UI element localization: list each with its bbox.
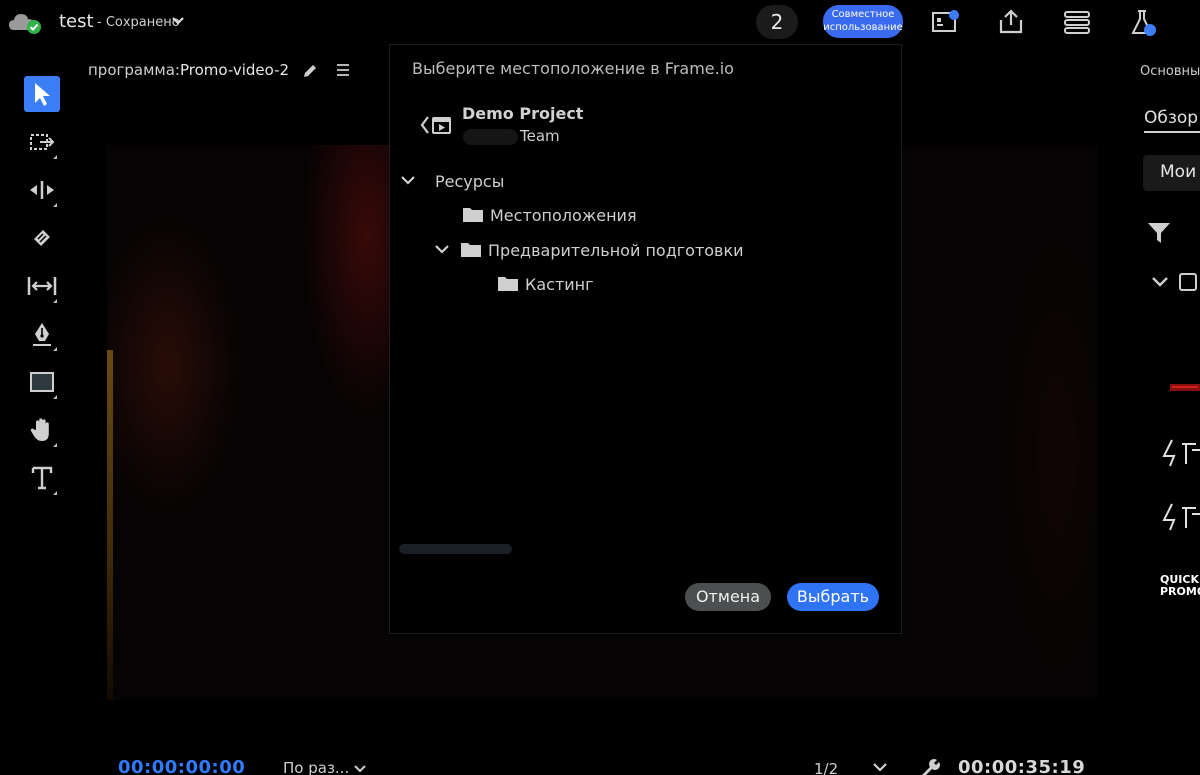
type-icon — [31, 466, 53, 490]
slip-tool-button[interactable] — [24, 268, 60, 304]
chevron-down-icon[interactable] — [1151, 275, 1169, 289]
share-button-line1: Совместное — [831, 9, 895, 20]
tab-browse[interactable]: Обзор — [1144, 108, 1198, 128]
tree-item-label: Предварительной подготовки — [488, 240, 744, 260]
folder-icon — [461, 243, 481, 257]
redacted-team-prefix — [463, 129, 518, 145]
track-select-tool-button[interactable] — [24, 124, 60, 160]
pencil-icon[interactable] — [301, 62, 319, 80]
horizontal-scrollbar[interactable] — [399, 544, 512, 554]
export-icon[interactable] — [997, 8, 1025, 36]
razor-tool-button[interactable] — [24, 220, 60, 256]
filter-icon[interactable] — [1146, 220, 1172, 246]
select-button[interactable]: Выбрать — [787, 583, 879, 611]
tree-item-label: Местоположения — [490, 205, 637, 225]
template-thumbnail-art — [1160, 731, 1200, 732]
frameio-location-dialog: Выберите местоположение в Frame.io Demo … — [389, 44, 902, 634]
ripple-edit-icon — [30, 181, 54, 199]
tool-flyout-indicator — [53, 155, 57, 159]
template-thumbnail-line2: PROMO — [1160, 585, 1200, 598]
template-thumbnail[interactable] — [1160, 648, 1200, 656]
razor-icon — [34, 230, 50, 246]
share-button-line2: использование — [823, 22, 903, 33]
dialog-title: Выберите местоположение в Frame.io — [412, 59, 734, 78]
pen-tool-button[interactable] — [24, 316, 60, 352]
program-monitor-label[interactable]: программа:Promo-video-2 — [88, 61, 289, 79]
cancel-button[interactable]: Отмена — [685, 583, 771, 611]
project-title[interactable]: test — [59, 11, 94, 32]
hand-icon — [30, 418, 49, 441]
template-thumbnail-art — [1160, 655, 1200, 656]
share-button[interactable]: Совместное использование — [823, 5, 903, 38]
tree-item-casting[interactable]: Кастинг — [497, 272, 594, 296]
chevron-down-icon[interactable] — [171, 14, 185, 28]
fit-dropdown[interactable]: По раз... — [283, 759, 366, 775]
tool-flyout-indicator — [53, 347, 57, 351]
rectangle-icon — [30, 372, 54, 392]
chevron-down-icon[interactable] — [872, 762, 888, 774]
tool-flyout-indicator — [53, 491, 57, 495]
video-frame-edge — [107, 350, 113, 700]
sequence-name: Promo-video-2 — [179, 61, 290, 79]
tree-item-label: Ресурсы — [435, 171, 505, 191]
project-name: Demo Project — [462, 104, 584, 123]
tree-item-locations[interactable]: Местоположения — [462, 203, 637, 227]
template-thumbnail-art — [1162, 503, 1200, 531]
tool-flyout-indicator — [53, 395, 57, 399]
top-bar: test - Сохранено 2 Совместное использова… — [0, 0, 1200, 44]
tool-flyout-indicator — [53, 299, 57, 303]
fit-dropdown-label: По раз... — [283, 759, 350, 775]
save-status: - Сохранено — [97, 15, 180, 30]
library-select[interactable]: Мои — [1143, 155, 1200, 191]
collaborator-count[interactable]: 2 — [756, 5, 798, 39]
tree-item-preproduction[interactable]: Предварительной подготовки — [434, 238, 744, 262]
type-tool-button[interactable] — [24, 460, 60, 496]
folder-icon — [498, 277, 518, 291]
beta-flask-icon[interactable] — [1129, 8, 1159, 38]
template-thumbnail-art — [1162, 439, 1200, 467]
tree-item-resources[interactable]: Ресурсы — [400, 169, 504, 193]
selection-tool-button[interactable] — [24, 76, 60, 112]
chevron-down-icon[interactable] — [434, 244, 450, 256]
sequence-prefix: программа: — [88, 61, 180, 79]
template-thumbnail-art — [1170, 384, 1200, 391]
back-to-projects-icon[interactable] — [420, 114, 452, 136]
cloud-sync-icon[interactable] — [8, 10, 42, 34]
slip-icon — [27, 277, 57, 295]
wrench-icon[interactable] — [918, 757, 942, 775]
selection-arrow-icon — [35, 83, 50, 106]
current-timecode[interactable]: 00:00:00:00 — [118, 757, 245, 775]
team-name: Team — [520, 127, 560, 145]
template-thumbnail[interactable] — [1160, 380, 1200, 394]
select-all-checkbox[interactable] — [1179, 273, 1197, 291]
template-thumbnail[interactable] — [1160, 436, 1200, 470]
notifications-icon[interactable] — [931, 8, 961, 36]
duration-timecode: 00:00:35:19 — [958, 757, 1086, 775]
track-select-icon — [30, 134, 55, 150]
workspaces-icon[interactable] — [1062, 8, 1092, 36]
template-thumbnail[interactable] — [1160, 500, 1200, 534]
active-tab-underline — [1144, 131, 1200, 133]
chevron-down-icon[interactable] — [400, 175, 416, 187]
ripple-edit-tool-button[interactable] — [24, 172, 60, 208]
template-thumbnail[interactable] — [1160, 724, 1200, 732]
rectangle-tool-button[interactable] — [24, 364, 60, 400]
pen-icon — [33, 323, 51, 346]
tree-item-label: Кастинг — [525, 274, 594, 294]
tool-flyout-indicator — [53, 203, 57, 207]
tool-flyout-indicator — [53, 443, 57, 447]
template-thumbnail[interactable]: QUICK PROMO — [1160, 574, 1200, 600]
chevron-down-icon — [354, 764, 366, 772]
panel-menu-icon[interactable] — [336, 63, 350, 77]
hand-tool-button[interactable] — [24, 412, 60, 448]
resolution-indicator[interactable]: 1/2 — [814, 760, 838, 775]
folder-icon — [463, 208, 483, 222]
essential-panel-header: Основны — [1140, 64, 1200, 79]
